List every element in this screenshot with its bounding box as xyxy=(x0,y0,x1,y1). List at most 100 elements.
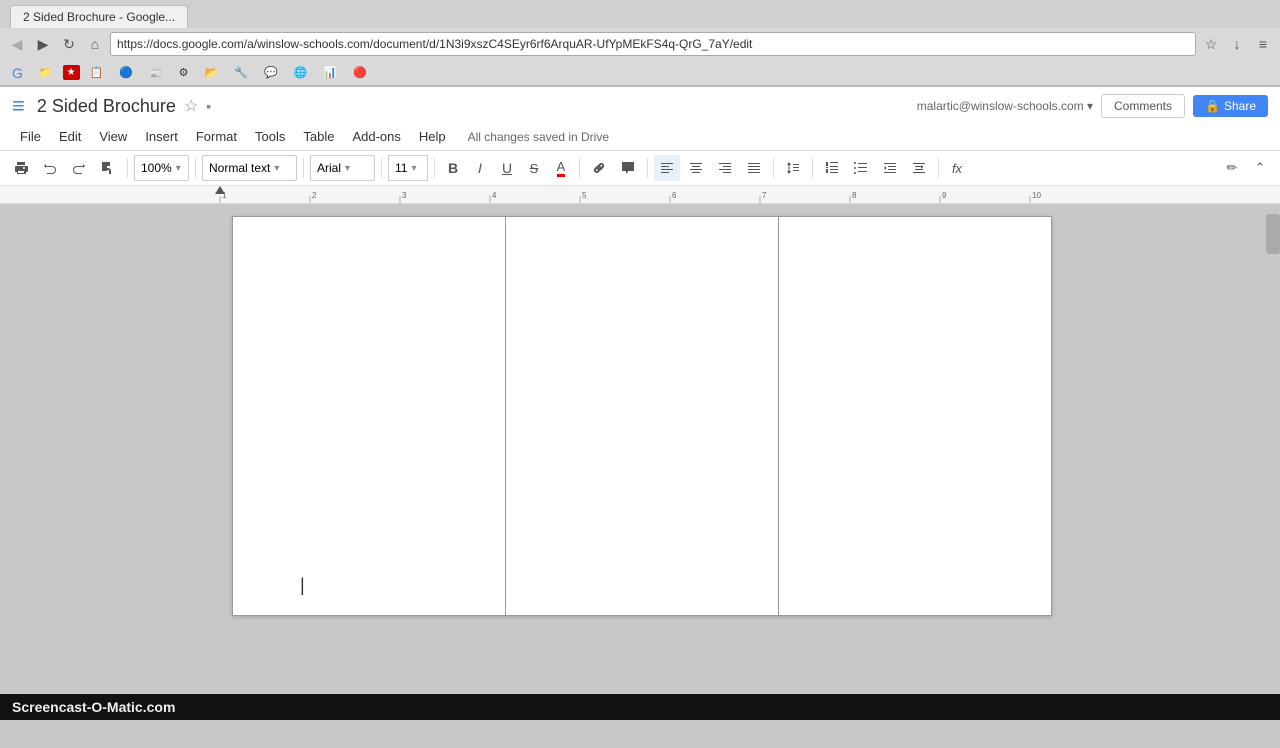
address-bar[interactable] xyxy=(110,32,1196,56)
share-button[interactable]: 🔒 Share xyxy=(1193,95,1268,117)
italic-button[interactable]: I xyxy=(468,155,492,181)
menu-file[interactable]: File xyxy=(12,125,49,148)
star-icon[interactable]: ☆ xyxy=(184,96,198,116)
forward-button[interactable]: ▶ xyxy=(32,33,54,55)
size-value: 11 xyxy=(395,161,407,175)
menu-addons[interactable]: Add-ons xyxy=(344,125,408,148)
bookmark-item[interactable]: 📁 xyxy=(33,64,59,81)
redo-button[interactable] xyxy=(66,155,92,181)
formula-button[interactable]: fx xyxy=(945,155,969,181)
bookmark-item[interactable]: 📋 xyxy=(84,64,110,81)
sidebar-left xyxy=(0,204,18,688)
google-docs-icon: ≡ xyxy=(12,93,25,119)
bookmark-item[interactable]: ★ xyxy=(63,65,80,80)
refresh-button[interactable]: ↻ xyxy=(58,33,80,55)
text-color-label: A xyxy=(557,159,566,177)
share-label: Share xyxy=(1224,99,1256,113)
svg-text:5: 5 xyxy=(582,191,587,200)
style-value: Normal text xyxy=(209,161,270,175)
svg-text:9: 9 xyxy=(942,191,947,200)
align-center-button[interactable] xyxy=(683,155,709,181)
bookmark-item[interactable]: G xyxy=(6,63,29,83)
document-page[interactable]: | xyxy=(232,216,1052,616)
separator-6 xyxy=(579,158,580,178)
underline-button[interactable]: U xyxy=(495,155,519,181)
menu-format[interactable]: Format xyxy=(188,125,245,148)
strikethrough-button[interactable]: S xyxy=(522,155,546,181)
increase-indent-button[interactable] xyxy=(906,155,932,181)
svg-text:7: 7 xyxy=(762,191,767,200)
svg-text:8: 8 xyxy=(852,191,857,200)
bookmark-item[interactable]: 🔵 xyxy=(113,64,139,81)
bold-button[interactable]: B xyxy=(441,155,465,181)
menu-insert[interactable]: Insert xyxy=(137,125,186,148)
link-button[interactable] xyxy=(586,155,612,181)
collapse-toolbar-button[interactable]: ⌃ xyxy=(1248,155,1272,181)
undo-button[interactable] xyxy=(37,155,63,181)
menu-help[interactable]: Help xyxy=(411,125,454,148)
separator-2 xyxy=(195,158,196,178)
align-left-button[interactable] xyxy=(654,155,680,181)
paintformat-button[interactable] xyxy=(95,155,121,181)
edit-icon-button[interactable]: ✏ xyxy=(1220,155,1244,181)
text-color-button[interactable]: A xyxy=(549,155,573,181)
print-button[interactable] xyxy=(8,155,34,181)
browser-tabs: 2 Sided Brochure - Google... xyxy=(0,0,1280,28)
lock-icon: 🔒 xyxy=(1205,99,1220,113)
bold-label: B xyxy=(448,160,458,176)
align-right-button[interactable] xyxy=(712,155,738,181)
separator-4 xyxy=(381,158,382,178)
style-arrow: ▾ xyxy=(274,163,279,174)
decrease-indent-button[interactable] xyxy=(877,155,903,181)
zoom-dropdown[interactable]: 100% ▾ xyxy=(134,155,189,181)
scroll-right[interactable] xyxy=(1266,204,1280,688)
strikethrough-label: S xyxy=(530,161,539,176)
folder-icon[interactable]: ▪ xyxy=(206,98,211,114)
bulleted-list-button[interactable] xyxy=(848,155,874,181)
style-dropdown[interactable]: Normal text ▾ xyxy=(202,155,297,181)
browser-chrome: 2 Sided Brochure - Google... ◀ ▶ ↻ ⌂ ☆ ↓… xyxy=(0,0,1280,87)
menu-tools[interactable]: Tools xyxy=(247,125,293,148)
browser-tab[interactable]: 2 Sided Brochure - Google... xyxy=(10,5,188,28)
menu-view[interactable]: View xyxy=(91,125,135,148)
bookmark-item[interactable]: 🌐 xyxy=(288,64,314,81)
size-dropdown[interactable]: 11 ▾ xyxy=(388,155,428,181)
bookmark-item[interactable]: 📂 xyxy=(199,64,225,81)
underline-label: U xyxy=(502,160,512,176)
bookmark-star-button[interactable]: ☆ xyxy=(1200,33,1222,55)
paintformat-icon xyxy=(100,160,116,176)
line-spacing-button[interactable] xyxy=(780,155,806,181)
comments-button[interactable]: Comments xyxy=(1101,94,1185,118)
home-button[interactable]: ⌂ xyxy=(84,33,106,55)
separator-9 xyxy=(812,158,813,178)
comment-button[interactable] xyxy=(615,155,641,181)
separator-1 xyxy=(127,158,128,178)
align-left-icon xyxy=(659,160,675,176)
table-cell-1[interactable] xyxy=(233,217,506,616)
app-header: ≡ 2 Sided Brochure ☆ ▪ malartic@winslow-… xyxy=(0,87,1280,151)
increase-indent-icon xyxy=(911,160,927,176)
browser-toolbar: ◀ ▶ ↻ ⌂ ☆ ↓ ≡ xyxy=(0,28,1280,60)
link-icon xyxy=(591,160,607,176)
table-cell-3[interactable] xyxy=(779,217,1052,616)
svg-text:2: 2 xyxy=(312,191,317,200)
numbered-list-button[interactable] xyxy=(819,155,845,181)
bookmark-item[interactable]: 💬 xyxy=(258,64,284,81)
svg-text:3: 3 xyxy=(402,191,407,200)
menu-edit[interactable]: Edit xyxy=(51,125,89,148)
back-button[interactable]: ◀ xyxy=(6,33,28,55)
bookmark-item[interactable]: 📊 xyxy=(317,64,343,81)
font-dropdown[interactable]: Arial ▾ xyxy=(310,155,375,181)
bookmark-item[interactable]: ⚙ xyxy=(173,64,195,81)
align-justify-button[interactable] xyxy=(741,155,767,181)
menu-table[interactable]: Table xyxy=(295,125,342,148)
bookmark-item[interactable]: 🔴 xyxy=(347,64,373,81)
table-cell-2[interactable] xyxy=(506,217,779,616)
zoom-value: 100% xyxy=(141,161,172,175)
bookmark-item[interactable]: 📰 xyxy=(143,64,169,81)
user-email[interactable]: malartic@winslow-schools.com ▾ xyxy=(917,99,1093,113)
download-button[interactable]: ↓ xyxy=(1226,33,1248,55)
bookmark-item[interactable]: 🔧 xyxy=(228,64,254,81)
browser-menu-button[interactable]: ≡ xyxy=(1252,33,1274,55)
decrease-indent-icon xyxy=(882,160,898,176)
